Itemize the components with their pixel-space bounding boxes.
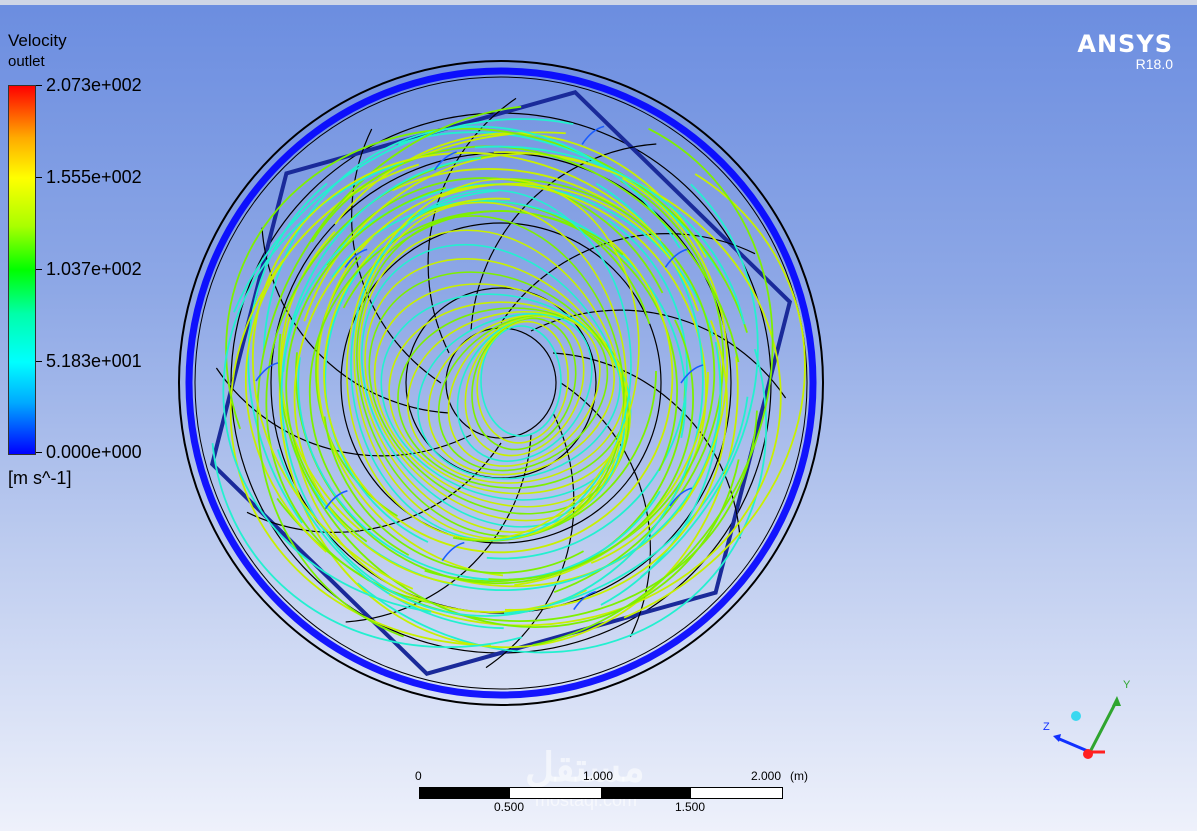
legend-tick-4: 5.183e+001 (46, 351, 142, 371)
origin-marker (1083, 749, 1093, 759)
legend-tick-mark (36, 269, 42, 270)
legend-title: Velocity (8, 31, 67, 50)
scale-bar (419, 787, 783, 799)
y-axis-arrow (1112, 696, 1121, 706)
z-axis-label: Z (1043, 721, 1050, 733)
scale-label-half: 0.500 (494, 800, 525, 814)
streamline (293, 182, 709, 588)
scale-unit: (m) (790, 769, 808, 783)
streamlines (210, 104, 806, 654)
legend-tick-mark (36, 85, 42, 86)
legend-tick-max: 2.073e+002 (46, 75, 142, 95)
title-bar (0, 0, 1197, 5)
axis-triad[interactable]: Y Z (1035, 670, 1145, 770)
scale-segment (601, 788, 691, 798)
legend-tick-mark (36, 177, 42, 178)
3d-viewport[interactable] (175, 50, 835, 730)
brand-name: ANSYS (1077, 30, 1173, 58)
color-bar (8, 85, 36, 455)
view-point-marker (1071, 711, 1081, 721)
legend-subtitle: outlet (8, 53, 45, 70)
z-axis-line (1056, 736, 1091, 754)
y-axis-label: Y (1123, 679, 1131, 691)
scale-label-0: 0 (415, 769, 422, 783)
scale-segment (420, 788, 510, 798)
watermark-arabic: مستقل (525, 746, 645, 790)
legend-tick-min: 0.000e+000 (46, 442, 142, 462)
scale-label-1: 1.000 (583, 769, 614, 783)
legend-units: [m s^-1] (8, 468, 72, 488)
y-axis-line (1088, 699, 1119, 753)
legend-tick-2: 1.555e+002 (46, 167, 142, 187)
legend-tick-mark (36, 452, 42, 453)
legend-tick-3: 1.037e+002 (46, 259, 142, 279)
scale-label-2: 2.000 (751, 769, 782, 783)
brand-version: R18.0 (1135, 56, 1173, 72)
core-streamline (480, 325, 562, 437)
legend-tick-mark (36, 361, 42, 362)
scale-label-three-halves: 1.500 (675, 800, 706, 814)
ansys-logo: ANSYS R18.0 (1077, 30, 1173, 72)
